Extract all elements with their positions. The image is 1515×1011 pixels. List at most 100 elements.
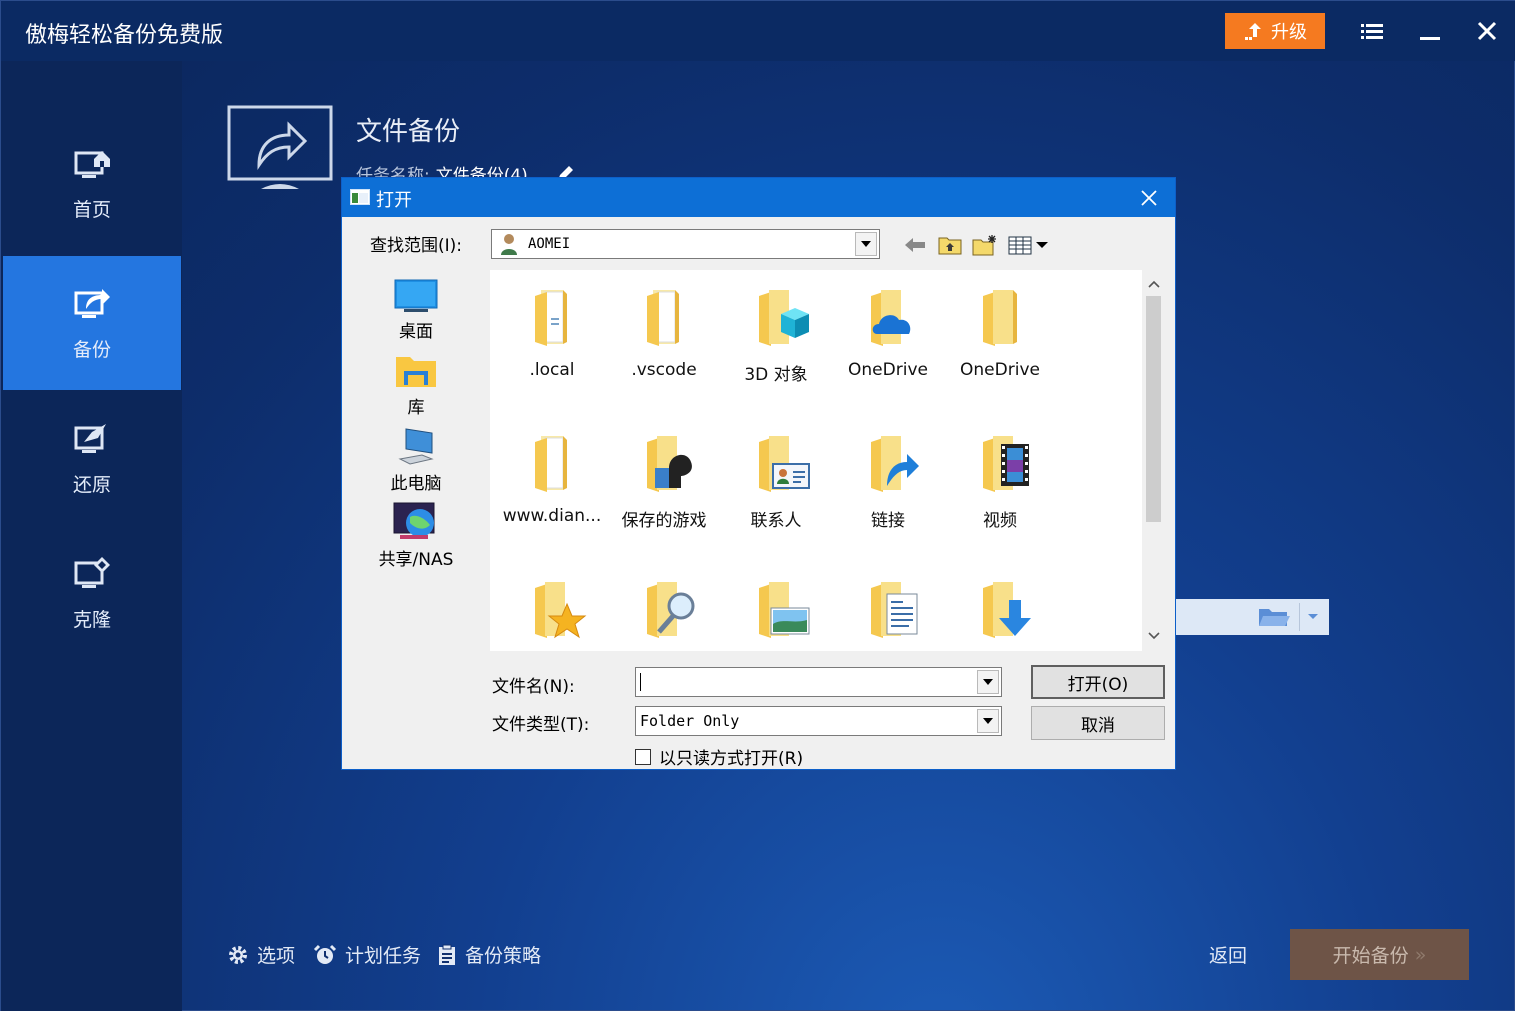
open-folder-icon xyxy=(1259,609,1290,626)
folder-downloads-icon xyxy=(983,582,1031,638)
file-item-label: OneDrive xyxy=(848,360,928,380)
start-backup-button[interactable]: 开始备份 » xyxy=(1290,929,1469,980)
scroll-down-button[interactable] xyxy=(1144,626,1163,646)
close-button[interactable] xyxy=(1472,15,1502,47)
new-folder-button[interactable] xyxy=(970,232,1000,258)
options-link[interactable]: 选项 xyxy=(227,941,295,968)
strategy-link[interactable]: 备份策略 xyxy=(437,941,541,968)
minimize-icon xyxy=(1420,37,1440,40)
gear-icon xyxy=(229,945,247,964)
file-item-label: 保存的游戏 xyxy=(621,511,707,531)
place-label: 共享/NAS xyxy=(378,550,454,570)
checkbox-box[interactable] xyxy=(635,748,651,765)
window-icon xyxy=(350,189,370,205)
dialog-close-button[interactable] xyxy=(1132,182,1166,214)
chevron-down-icon xyxy=(861,241,871,247)
schedule-link[interactable]: 计划任务 xyxy=(313,941,421,968)
strategy-label: 备份策略 xyxy=(465,945,542,967)
file-item[interactable]: www.dian... xyxy=(496,416,608,546)
folder-doc-icon xyxy=(535,290,567,346)
file-item[interactable]: .vscode xyxy=(608,270,720,400)
sidebar-item-backup[interactable]: 备份 xyxy=(3,256,181,390)
double-chevron-right-icon: » xyxy=(1414,943,1427,966)
filename-dropdown-button[interactable] xyxy=(977,670,999,694)
folder-video-icon xyxy=(983,436,1029,492)
back-arrow-button[interactable] xyxy=(900,232,930,258)
upgrade-button[interactable]: 升级 xyxy=(1225,13,1325,49)
folder-search-icon xyxy=(647,582,695,638)
upgrade-arrow-icon xyxy=(1245,23,1261,40)
sidebar-item-clone[interactable]: 克隆 xyxy=(3,526,181,660)
file-item[interactable] xyxy=(608,562,720,651)
dialog-title: 打开 xyxy=(376,190,412,211)
scrollbar-thumb[interactable] xyxy=(1146,296,1161,522)
text-caret xyxy=(640,673,641,691)
file-item[interactable]: 视频 xyxy=(944,416,1056,546)
file-item[interactable] xyxy=(496,562,608,651)
menu-button[interactable] xyxy=(1357,15,1387,47)
desktop-icon xyxy=(394,279,438,312)
clone-icon xyxy=(74,556,110,588)
sidebar-item-home[interactable]: 首页 xyxy=(3,116,181,250)
file-item-label: 联系人 xyxy=(750,511,802,531)
file-item[interactable]: 链接 xyxy=(832,416,944,546)
file-item-label: OneDrive xyxy=(960,360,1040,380)
file-item[interactable]: OneDrive xyxy=(944,270,1056,400)
sidebar-item-restore[interactable]: 还原 xyxy=(3,391,181,525)
upgrade-label: 升级 xyxy=(1271,22,1307,43)
filetype-dropdown-button[interactable] xyxy=(977,709,999,733)
chevron-up-icon xyxy=(1147,280,1160,288)
place-this-pc[interactable]: 此电脑 xyxy=(366,422,466,494)
chevron-down-icon xyxy=(983,718,993,724)
vertical-scrollbar[interactable] xyxy=(1142,270,1165,651)
place-label: 此电脑 xyxy=(390,474,442,494)
sidebar-item-label: 克隆 xyxy=(72,608,111,631)
folder-icon xyxy=(983,290,1017,346)
place-desktop[interactable]: 桌面 xyxy=(366,270,466,342)
schedule-label: 计划任务 xyxy=(345,945,422,967)
look-in-dropdown-button[interactable] xyxy=(855,232,877,256)
sidebar: 首页 备份 还原 克隆 xyxy=(1,61,182,1011)
file-item[interactable] xyxy=(944,562,1056,651)
home-icon xyxy=(74,150,110,178)
folder-up-icon xyxy=(938,237,962,255)
readonly-checkbox[interactable]: 以只读方式打开(R) xyxy=(635,744,803,769)
browse-folder-button[interactable] xyxy=(1253,603,1295,631)
back-button[interactable]: 返回 xyxy=(1209,941,1247,968)
title-bar: 傲梅轻松备份免费版 升级 xyxy=(1,1,1515,61)
look-in-combo[interactable]: AOMEI xyxy=(491,229,880,259)
file-item-label: 链接 xyxy=(871,511,905,531)
sidebar-item-label: 首页 xyxy=(72,198,111,221)
filetype-label: 文件类型(T): xyxy=(492,715,590,735)
chevron-down-icon xyxy=(983,679,993,685)
place-network-share[interactable]: 共享/NAS xyxy=(366,498,466,570)
up-folder-button[interactable] xyxy=(935,232,965,258)
browse-dropdown-button[interactable] xyxy=(1299,603,1325,631)
filename-input[interactable] xyxy=(635,667,1002,697)
file-item[interactable]: OneDrive xyxy=(832,270,944,400)
clipboard-icon xyxy=(439,944,455,965)
file-item[interactable] xyxy=(720,562,832,651)
minimize-button[interactable] xyxy=(1415,15,1445,47)
open-button[interactable]: 打开(O) xyxy=(1031,665,1165,699)
file-item[interactable] xyxy=(832,562,944,651)
file-list: .local .vscode 3D 对象 OneDrive OneDrive w… xyxy=(490,270,1165,651)
file-item[interactable]: 联系人 xyxy=(720,416,832,546)
close-icon xyxy=(1141,190,1157,206)
file-item[interactable]: 保存的游戏 xyxy=(608,416,720,546)
file-item[interactable]: 3D 对象 xyxy=(720,270,832,400)
readonly-label: 以只读方式打开(R) xyxy=(659,749,804,769)
folder-doc-icon xyxy=(647,290,679,346)
file-item-label: .vscode xyxy=(631,360,697,380)
network-globe-icon xyxy=(393,502,435,539)
folder-pictures-icon xyxy=(759,582,810,638)
file-item[interactable]: .local xyxy=(496,270,608,400)
filetype-select[interactable]: Folder Only xyxy=(635,706,1002,736)
view-menu-button[interactable] xyxy=(1006,232,1052,258)
chevron-down-icon xyxy=(1147,632,1160,640)
scroll-up-button[interactable] xyxy=(1144,274,1163,294)
place-library[interactable]: 库 xyxy=(366,346,466,418)
cancel-button[interactable]: 取消 xyxy=(1031,706,1165,740)
file-item-label: .local xyxy=(529,360,575,380)
folder-contacts-icon xyxy=(759,436,810,492)
